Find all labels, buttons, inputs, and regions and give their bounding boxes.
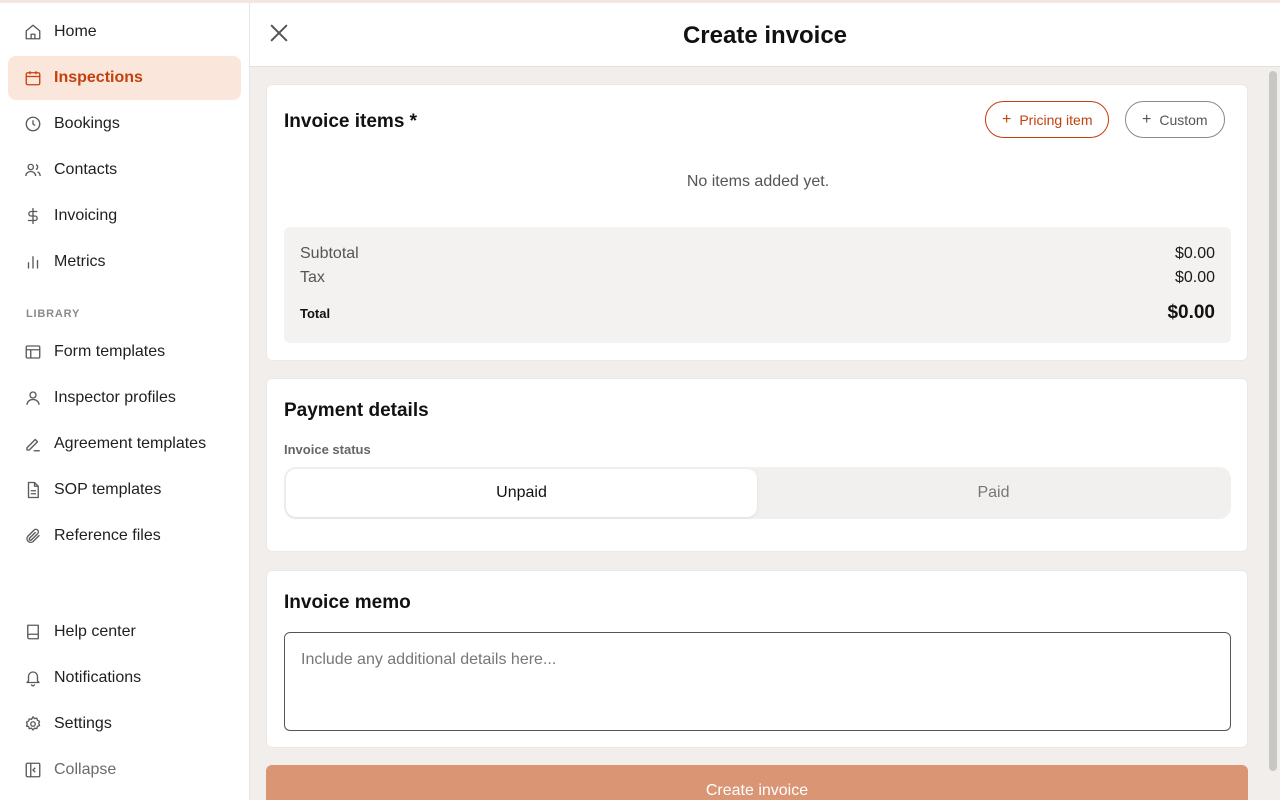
invoice-status-label: Invoice status xyxy=(284,442,371,457)
pricing-item-label: Pricing item xyxy=(1019,111,1093,128)
plus-icon: + xyxy=(1002,110,1012,128)
sidebar-item-label: Agreement templates xyxy=(54,435,207,452)
paperclip-icon xyxy=(24,527,42,545)
sidebar-item-help-center[interactable]: Help center xyxy=(8,610,241,654)
sidebar-item-label: Notifications xyxy=(54,669,142,686)
sidebar-item-agreement-templates[interactable]: Agreement templates xyxy=(8,422,241,466)
invoice-items-card: Invoice items * + Pricing item + Custom … xyxy=(266,84,1248,361)
sidebar-item-bookings[interactable]: Bookings xyxy=(8,102,241,146)
panel-header: Create invoice xyxy=(250,3,1280,67)
sidebar-item-label: Home xyxy=(54,23,97,40)
sidebar-item-label: Help center xyxy=(54,623,136,640)
totals-box: Subtotal $0.00 Tax $0.00 Total $0.00 xyxy=(284,227,1231,343)
sidebar-item-settings[interactable]: Settings xyxy=(8,702,241,746)
gear-icon xyxy=(24,715,42,733)
empty-items-message: No items added yet. xyxy=(686,173,830,190)
invoice-items-title: Invoice items * xyxy=(284,111,418,132)
sidebar-item-inspections[interactable]: Inspections xyxy=(8,56,241,100)
sidebar-item-label: Reference files xyxy=(54,527,161,544)
sidebar-item-form-templates[interactable]: Form templates xyxy=(8,330,241,374)
user-icon xyxy=(24,389,42,407)
home-icon xyxy=(24,23,42,41)
sidebar-collapse-button[interactable]: Collapse xyxy=(8,748,241,792)
create-invoice-panel: Create invoice Invoice items * + Pricing… xyxy=(250,3,1280,800)
sidebar-item-home[interactable]: Home xyxy=(8,10,241,54)
sidebar-item-label: Settings xyxy=(54,715,112,732)
total-value: $0.00 xyxy=(1167,302,1215,323)
signature-icon xyxy=(24,435,42,453)
custom-label: Custom xyxy=(1159,111,1208,128)
sidebar-item-label: Invoicing xyxy=(54,207,118,224)
sidebar-item-label: Collapse xyxy=(54,761,117,778)
invoice-status-toggle: Unpaid Paid xyxy=(284,467,1231,519)
bar-chart-icon xyxy=(24,253,42,271)
library-section-label: LIBRARY xyxy=(26,308,81,320)
sidebar-item-contacts[interactable]: Contacts xyxy=(8,148,241,192)
subtotal-row: Subtotal $0.00 xyxy=(300,245,1215,263)
bell-icon xyxy=(24,669,42,687)
sidebar-item-label: Inspector profiles xyxy=(54,389,176,406)
sidebar-item-label: Contacts xyxy=(54,161,118,178)
sidebar-item-label: Inspections xyxy=(54,69,143,86)
total-row: Total $0.00 xyxy=(300,302,1215,324)
invoice-memo-card: Invoice memo xyxy=(266,570,1248,748)
payment-details-title: Payment details xyxy=(284,400,429,421)
total-label: Total xyxy=(300,305,331,321)
users-icon xyxy=(24,161,42,179)
status-option-unpaid[interactable]: Unpaid xyxy=(286,469,757,517)
invoice-memo-input[interactable] xyxy=(284,632,1231,731)
subtotal-value: $0.00 xyxy=(1174,245,1215,262)
scrollbar[interactable] xyxy=(1269,71,1277,771)
status-option-paid[interactable]: Paid xyxy=(758,469,1229,517)
document-icon xyxy=(24,481,42,499)
add-custom-item-button[interactable]: + Custom xyxy=(1125,101,1225,138)
add-pricing-item-button[interactable]: + Pricing item xyxy=(985,101,1110,138)
tax-label: Tax xyxy=(300,269,325,286)
dollar-icon xyxy=(24,207,42,225)
payment-details-card: Payment details Invoice status Unpaid Pa… xyxy=(266,378,1248,552)
tax-row: Tax $0.00 xyxy=(300,269,1215,287)
collapse-icon xyxy=(24,761,42,779)
sidebar-item-sop-templates[interactable]: SOP templates xyxy=(8,468,241,512)
sidebar-item-label: Bookings xyxy=(54,115,120,132)
sidebar-item-metrics[interactable]: Metrics xyxy=(8,240,241,284)
calendar-icon xyxy=(24,69,42,87)
tax-value: $0.00 xyxy=(1174,269,1215,286)
clock-icon xyxy=(24,115,42,133)
book-icon xyxy=(24,623,42,641)
create-invoice-label: Create invoice xyxy=(705,782,809,799)
layout-icon xyxy=(24,343,42,361)
subtotal-label: Subtotal xyxy=(300,245,359,262)
sidebar-item-label: SOP templates xyxy=(54,481,162,498)
sidebar-item-reference-files[interactable]: Reference files xyxy=(8,514,241,558)
page-title: Create invoice xyxy=(682,22,848,49)
sidebar-item-label: Metrics xyxy=(54,253,106,270)
plus-icon: + xyxy=(1142,110,1152,128)
sidebar: Home Inspections Bookings Contacts Invoi… xyxy=(0,3,250,800)
sidebar-item-invoicing[interactable]: Invoicing xyxy=(8,194,241,238)
sidebar-item-notifications[interactable]: Notifications xyxy=(8,656,241,700)
create-invoice-button[interactable]: Create invoice xyxy=(266,765,1248,800)
invoice-memo-title: Invoice memo xyxy=(284,592,411,613)
sidebar-item-label: Form templates xyxy=(54,343,166,360)
sidebar-item-inspector-profiles[interactable]: Inspector profiles xyxy=(8,376,241,420)
